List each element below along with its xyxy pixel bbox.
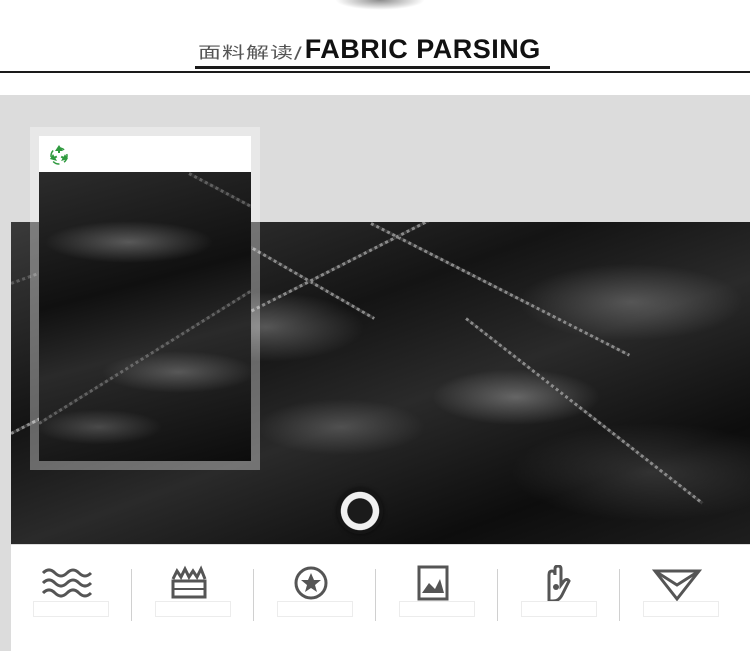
stitch-seam xyxy=(188,172,251,222)
feature-label xyxy=(277,601,353,617)
stitch-seam xyxy=(370,222,631,357)
title-underline xyxy=(195,66,550,69)
inset-zoom-photo xyxy=(39,172,251,461)
divider xyxy=(497,569,498,621)
section-title: 面料解读/ FABRIC PARSING xyxy=(198,33,541,65)
divider xyxy=(619,569,620,621)
soft-touch-hand-icon xyxy=(547,565,571,603)
feature-warmth xyxy=(133,545,253,651)
divider xyxy=(131,569,132,621)
section-title-cn: 面料解读/ xyxy=(198,44,303,63)
section-title-en: FABRIC PARSING xyxy=(304,34,541,64)
down-fill-icon xyxy=(294,566,328,600)
feature-fabric xyxy=(377,545,497,651)
feature-label xyxy=(155,601,231,617)
warmth-box-icon xyxy=(171,565,207,599)
water-waves-icon xyxy=(41,568,93,598)
fabric-swatch-icon xyxy=(417,565,449,601)
feature-label xyxy=(643,601,719,617)
collar-fold-icon xyxy=(651,569,703,602)
feature-collar xyxy=(621,545,741,651)
feature-waterproof xyxy=(11,545,131,651)
feature-label xyxy=(399,601,475,617)
divider xyxy=(253,569,254,621)
feature-down-fill xyxy=(255,545,375,651)
stitch-seam xyxy=(39,284,251,425)
top-shadow xyxy=(335,0,425,10)
recycle-icon xyxy=(50,145,68,165)
feature-soft-touch xyxy=(499,545,619,651)
feature-strip xyxy=(11,545,750,651)
snap-button xyxy=(337,488,383,534)
stitch-seam xyxy=(465,317,704,505)
divider xyxy=(375,569,376,621)
header-divider xyxy=(0,71,750,73)
feature-label xyxy=(521,601,597,617)
feature-label xyxy=(33,601,109,617)
